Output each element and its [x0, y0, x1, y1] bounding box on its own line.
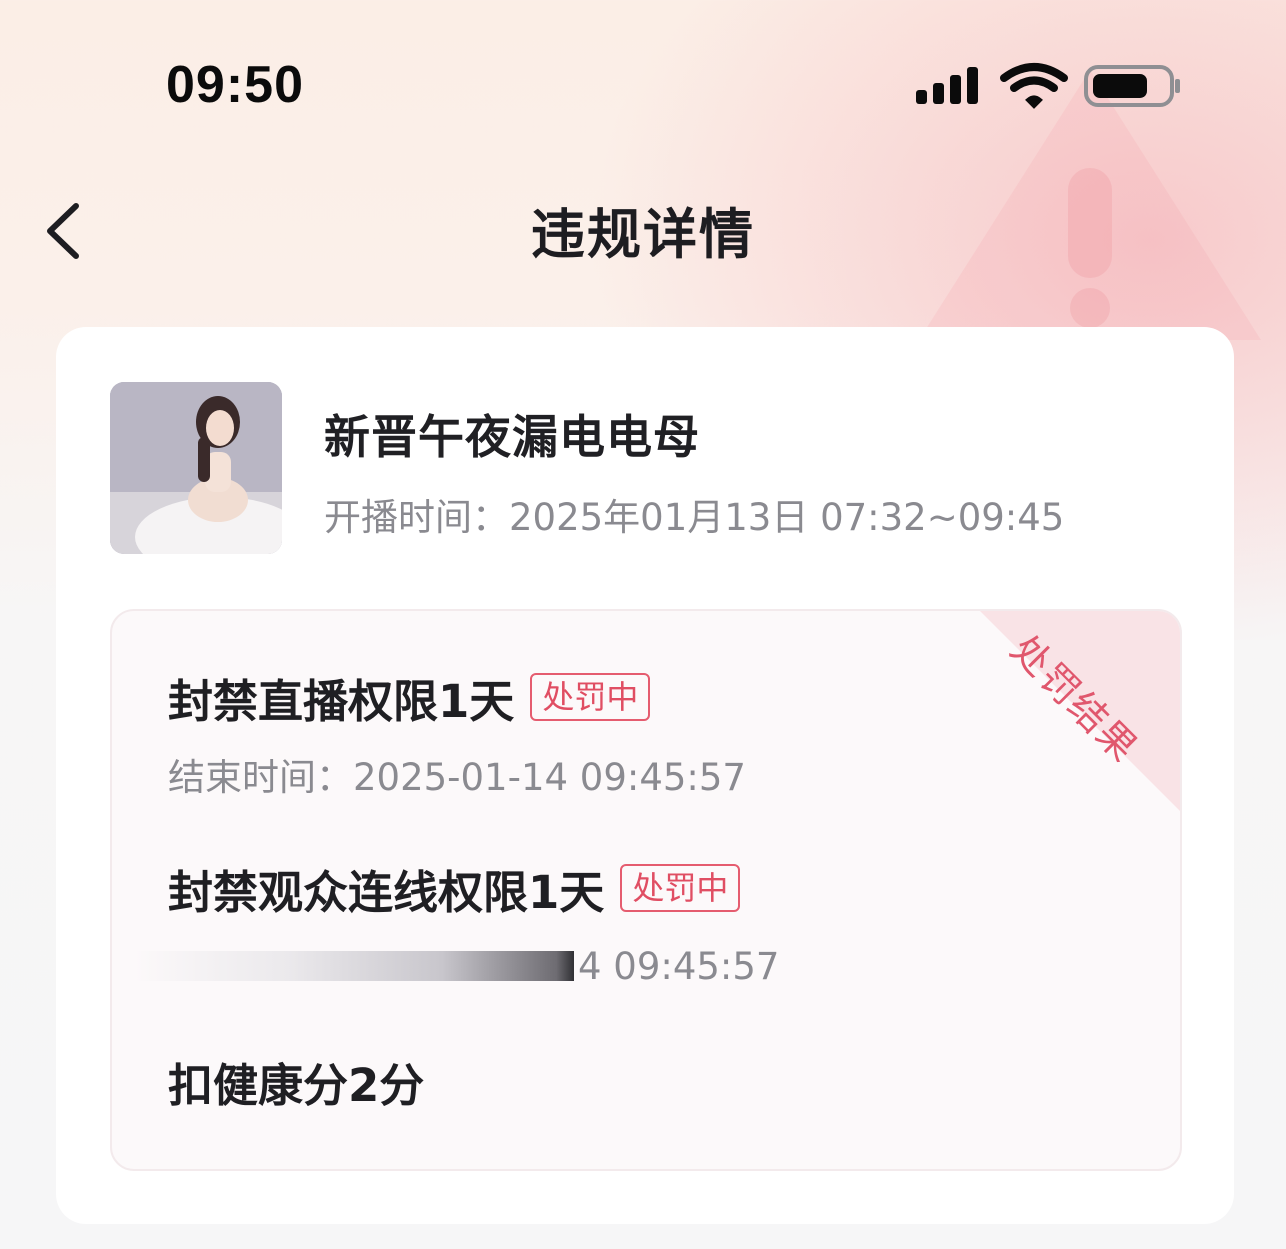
streamer-name: 新晋午夜漏电电母	[324, 410, 700, 464]
penalty-end-time: 结束时间：2025-01-14 09:45:57	[168, 756, 746, 799]
penalty-title: 封禁直播权限1天	[168, 674, 515, 728]
status-badge: 处罚中	[620, 864, 741, 912]
penalty-title: 扣健康分2分	[168, 1058, 425, 1112]
streamer-avatar	[110, 382, 282, 554]
penalty-item: 扣健康分2分	[168, 1051, 425, 1112]
violation-card: 新晋午夜漏电电母 开播时间：2025年01月13日 07:32~09:45 处罚…	[56, 327, 1234, 1224]
wifi-icon	[1000, 63, 1068, 109]
penalty-result-box: 处罚结果 封禁直播权限1天 处罚中 结束时间：2025-01-14 09:45:…	[110, 609, 1182, 1171]
penalty-result-ribbon: 处罚结果	[980, 611, 1180, 811]
penalty-item: 封禁直播权限1天 处罚中 结束时间：2025-01-14 09:45:57	[168, 667, 746, 801]
cellular-signal-icon	[916, 67, 978, 104]
ribbon-label: 处罚结果	[1002, 626, 1147, 772]
avatar-image	[110, 382, 282, 554]
status-bar-time: 09:50	[166, 56, 304, 114]
redaction-mask	[134, 951, 574, 981]
penalty-end-time-visible: 4 09:45:57	[578, 944, 780, 988]
status-bar-icons	[916, 63, 1180, 109]
penalty-item: 封禁观众连线权限1天 处罚中	[168, 858, 741, 919]
battery-icon	[1084, 65, 1180, 107]
status-badge: 处罚中	[530, 673, 651, 721]
penalty-title: 封禁观众连线权限1天	[168, 865, 605, 919]
penalty-end-time-masked: 4 09:45:57	[134, 944, 780, 988]
live-time: 开播时间：2025年01月13日 07:32~09:45	[324, 496, 1065, 539]
page-title: 违规详情	[531, 203, 755, 266]
